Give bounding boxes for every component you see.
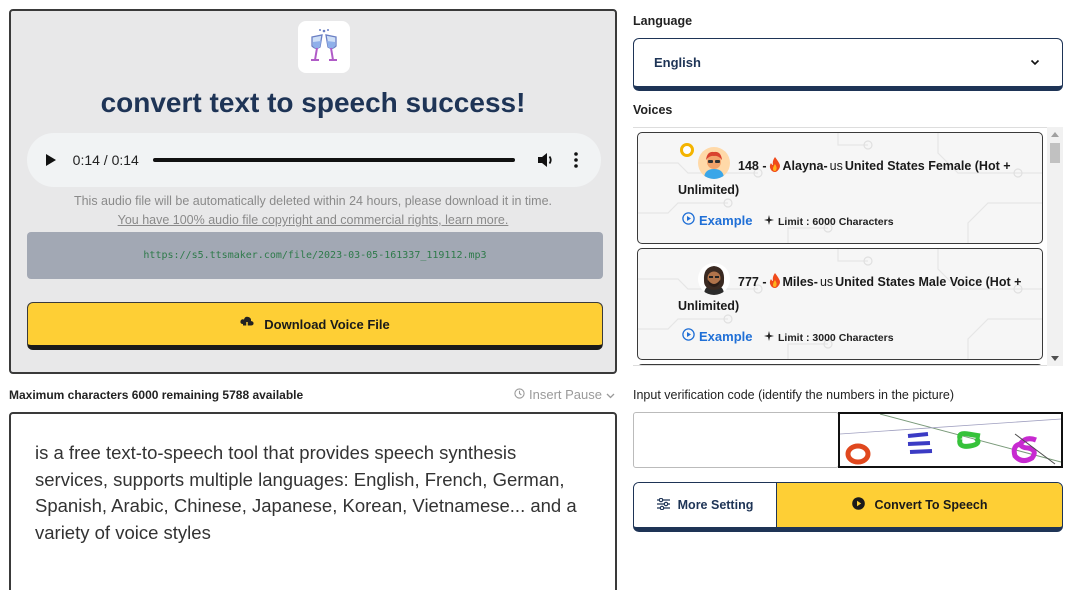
voice-description: United States Male Voice (Hot +	[835, 275, 1022, 289]
example-label: Example	[699, 212, 753, 228]
scrollbar-thumb[interactable]	[1050, 143, 1060, 163]
cheers-icon	[298, 21, 350, 73]
cloud-download-icon	[240, 316, 254, 333]
fire-icon	[769, 273, 781, 291]
voice-card[interactable]: 777 - Miles- us United States Male Voice…	[637, 248, 1043, 360]
sparkle-icon	[764, 331, 774, 344]
volume-icon[interactable]	[537, 151, 555, 169]
voice-avatar	[698, 263, 730, 295]
file-url[interactable]: https://s5.ttsmaker.com/file/2023-03-05-…	[27, 232, 603, 279]
voice-id: 148 -	[738, 159, 767, 173]
example-button[interactable]: Example	[682, 212, 752, 228]
more-options-icon[interactable]	[569, 151, 583, 169]
voice-limit-text: Limit : 6000 Characters	[778, 215, 894, 228]
scroll-up-icon[interactable]	[1051, 132, 1059, 137]
play-circle-icon	[682, 328, 695, 344]
sparkle-icon	[764, 215, 774, 228]
voice-description-cont: Unlimited)	[678, 299, 740, 313]
convert-button[interactable]: Convert To Speech	[777, 483, 1062, 527]
verification-label: Input verification code (identify the nu…	[633, 388, 955, 402]
voice-name: Alayna-	[782, 159, 828, 173]
language-label: Language	[633, 14, 693, 28]
copyright-link[interactable]: You have 100% audio file copyright and c…	[11, 213, 615, 227]
audio-progress-bar[interactable]	[153, 158, 516, 162]
result-card: convert text to speech success! 0:14 / 0…	[9, 9, 617, 374]
voice-id: 777 -	[738, 275, 767, 289]
voice-name: Miles-	[782, 275, 818, 289]
convert-label: Convert To Speech	[874, 498, 988, 512]
char-counter: Maximum characters 6000 remaining 5788 a…	[9, 388, 304, 402]
action-bar: More Setting Convert To Speech	[633, 482, 1063, 532]
scroll-down-icon[interactable]	[1051, 356, 1059, 361]
voice-locale-code: us	[819, 275, 834, 289]
captcha-image	[838, 412, 1063, 468]
voice-title: 148 - Alayna- us United States Female (H…	[738, 157, 1011, 175]
voice-limit-text: Limit : 3000 Characters	[778, 331, 894, 344]
more-setting-label: More Setting	[677, 498, 754, 512]
download-label: Download Voice File	[264, 316, 390, 332]
voice-description-cont: Unlimited)	[678, 183, 740, 197]
language-select[interactable]: English	[633, 38, 1063, 91]
clock-icon	[514, 387, 525, 402]
sliders-icon	[656, 497, 670, 513]
voice-locale-code: us	[829, 159, 843, 173]
fire-icon	[769, 157, 781, 175]
more-setting-button[interactable]: More Setting	[634, 483, 777, 527]
insert-pause-dropdown[interactable]: Insert Pause	[514, 387, 615, 402]
play-icon[interactable]	[45, 152, 61, 168]
chevron-down-icon	[606, 387, 615, 402]
voice-title: 777 - Miles- us United States Male Voice…	[738, 273, 1021, 291]
download-button[interactable]: Download Voice File	[27, 302, 603, 350]
voices-label: Voices	[633, 103, 673, 117]
voice-limit: Limit : 3000 Characters	[764, 331, 894, 344]
example-button[interactable]: Example	[682, 328, 752, 344]
voice-selected-radio[interactable]	[680, 143, 694, 157]
play-circle-icon	[682, 212, 695, 228]
audio-time: 0:14 / 0:14	[72, 152, 139, 168]
voices-list[interactable]: 148 - Alayna- us United States Female (H…	[633, 127, 1063, 366]
play-circle-icon	[851, 497, 865, 513]
language-value: English	[654, 55, 701, 70]
voice-card[interactable]	[637, 364, 1043, 365]
voice-limit: Limit : 6000 Characters	[764, 215, 894, 228]
delete-notice: This audio file will be automatically de…	[73, 194, 553, 208]
verification-code-input[interactable]	[633, 412, 839, 468]
audio-player[interactable]: 0:14 / 0:14	[27, 133, 601, 187]
page-title: convert text to speech success!	[100, 87, 526, 118]
example-label: Example	[699, 328, 753, 344]
voices-scrollbar[interactable]	[1047, 127, 1063, 366]
chevron-down-icon	[1030, 57, 1042, 69]
insert-pause-label: Insert Pause	[529, 387, 602, 402]
voice-avatar	[698, 147, 730, 179]
voice-card[interactable]: 148 - Alayna- us United States Female (H…	[637, 132, 1043, 244]
voice-description: United States Female (Hot +	[844, 159, 1011, 173]
text-input[interactable]: is a free text-to-speech tool that provi…	[9, 412, 617, 590]
